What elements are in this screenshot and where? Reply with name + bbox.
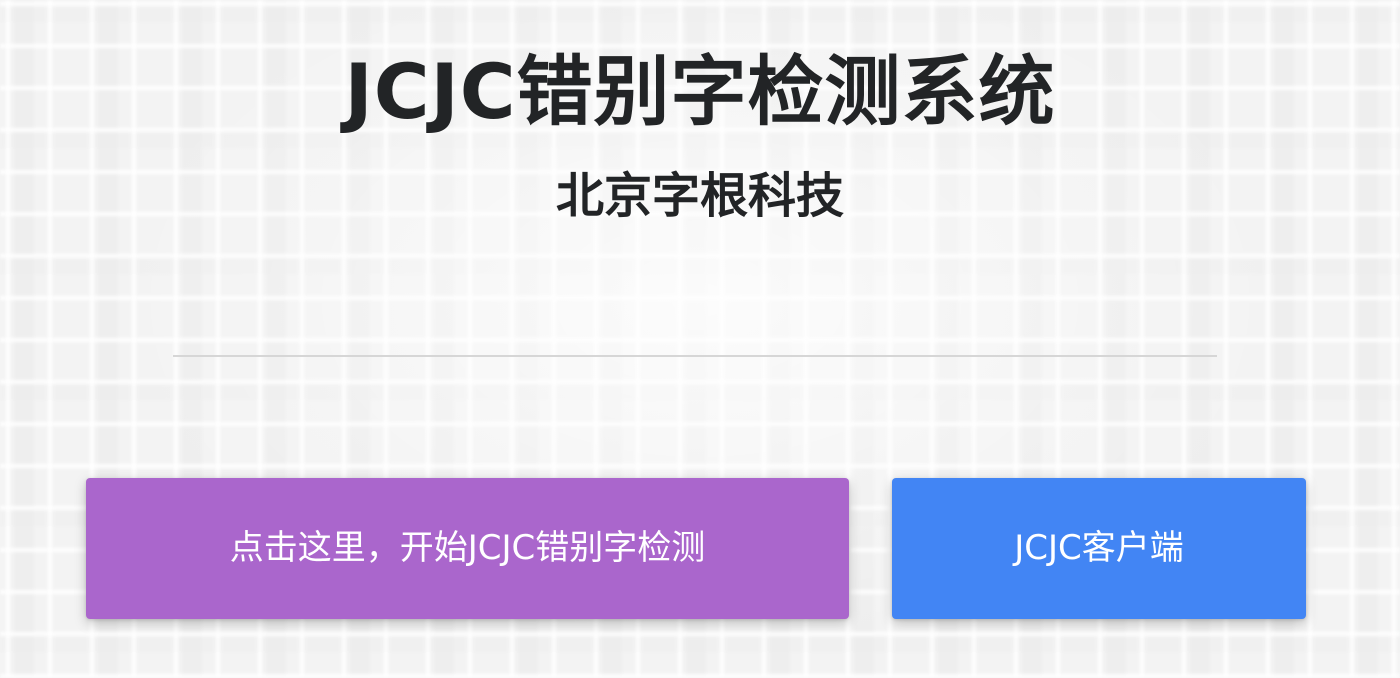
client-button[interactable]: JCJC客户端 bbox=[892, 478, 1306, 619]
company-name: 北京字根科技 bbox=[555, 168, 844, 224]
landing-page: JCJC错别字检测系统 北京字根科技 点击这里，开始JCJC错别字检测 JCJC… bbox=[0, 0, 1400, 678]
page-title: JCJC错别字检测系统 bbox=[344, 47, 1056, 136]
start-detection-button[interactable]: 点击这里，开始JCJC错别字检测 bbox=[86, 478, 849, 619]
divider bbox=[173, 355, 1217, 357]
start-detection-label: 点击这里，开始JCJC错别字检测 bbox=[229, 528, 706, 568]
client-label: JCJC客户端 bbox=[1014, 528, 1184, 568]
